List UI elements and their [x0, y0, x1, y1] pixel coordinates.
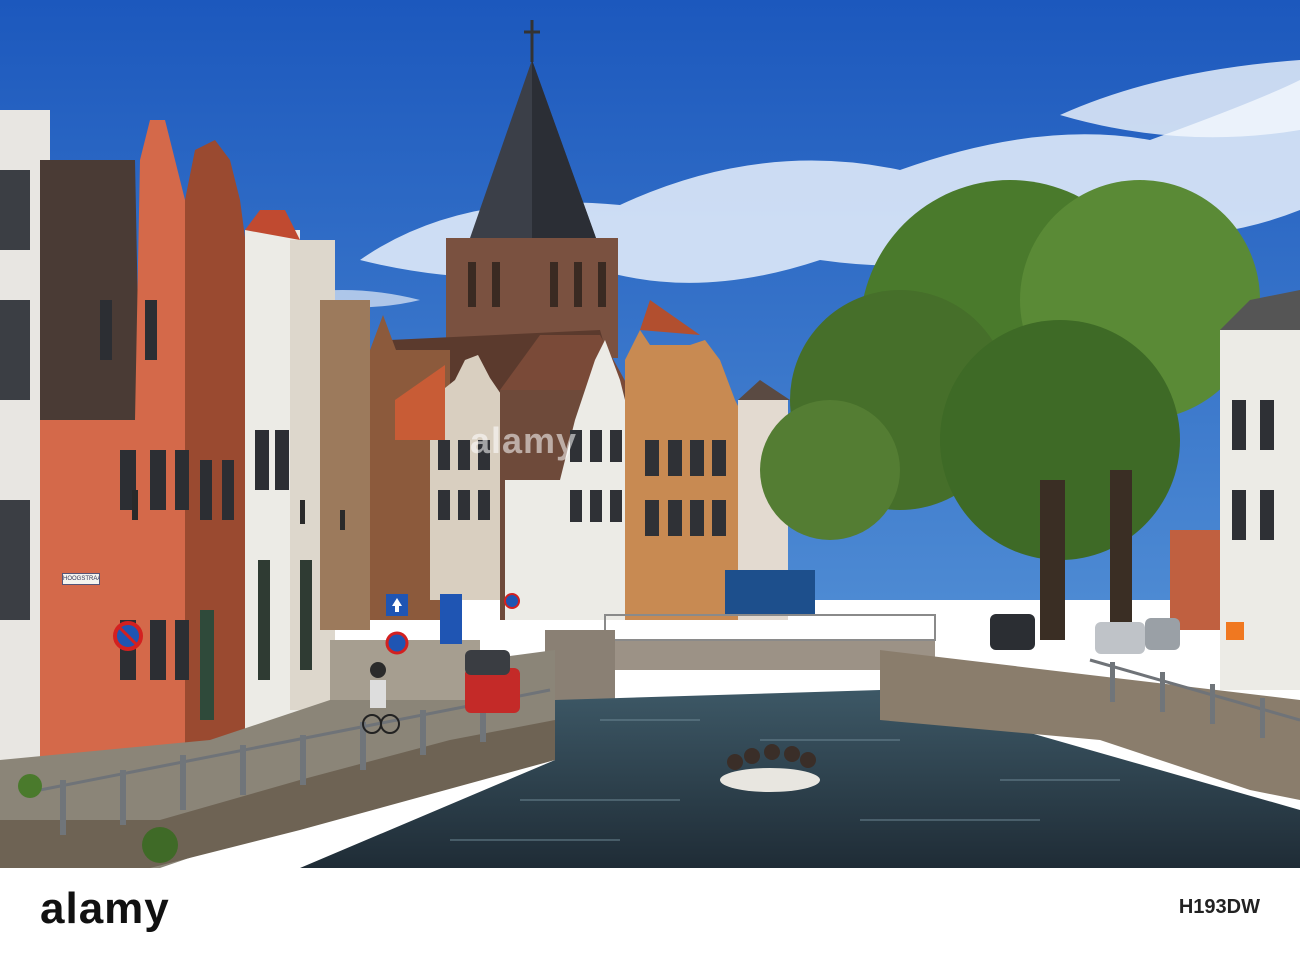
slate-roof-house	[40, 160, 140, 420]
alamy-logo[interactable]: alamy	[40, 884, 170, 934]
parking-sign	[440, 594, 462, 644]
street-name-sign: HOOGSTRAAT	[62, 573, 100, 585]
watermark: alamy	[470, 420, 578, 461]
footer-bar	[0, 868, 1300, 956]
cyclist	[370, 662, 386, 678]
blue-truck	[725, 570, 815, 615]
stock-image-id: H193DW	[1178, 896, 1260, 918]
canal-scene	[0, 0, 1300, 868]
canal-photo: HOOGSTRAAT alamy	[0, 0, 1300, 868]
brick-house	[185, 140, 248, 760]
tour-boat	[720, 768, 820, 792]
logo-text: alamy	[40, 884, 170, 933]
